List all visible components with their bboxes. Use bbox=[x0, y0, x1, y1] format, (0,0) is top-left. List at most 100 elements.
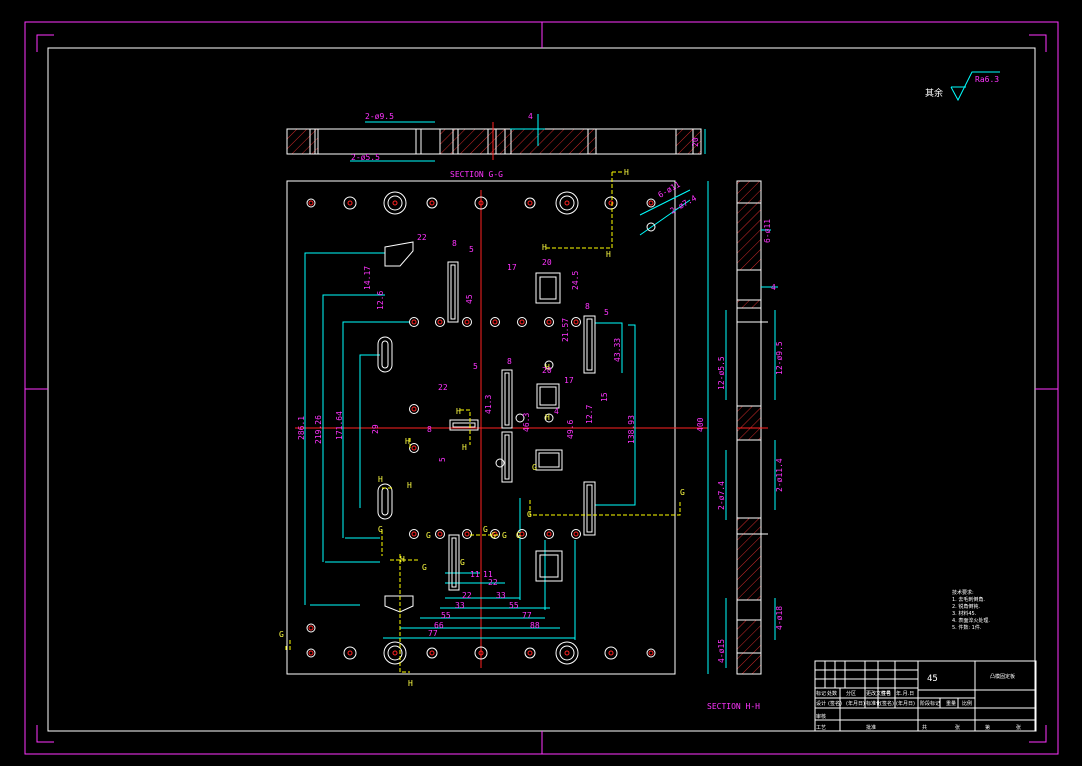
dim-138: 138.93 bbox=[627, 415, 636, 444]
cutting-plane-lines bbox=[285, 171, 681, 673]
cut-label-g-low7: G bbox=[527, 510, 532, 519]
dim-b77b: 77 bbox=[428, 629, 438, 638]
dim-8b: 8 bbox=[452, 239, 457, 248]
side-section-view: 6-ø11 4 12-ø5.5 12-ø9.5 2-ø7.4 2-ø11.4 4… bbox=[717, 180, 784, 675]
cut-label-g-low5: G bbox=[502, 531, 507, 540]
tb-r2-4: (签名) bbox=[880, 700, 894, 707]
dim-b55: 55 bbox=[509, 601, 519, 610]
cut-label-g-left: G bbox=[279, 630, 284, 639]
tb-stage: 阶段标记 bbox=[920, 700, 940, 707]
dim-4c: 4 bbox=[554, 407, 559, 416]
dim-hole-b: 2-ø5.5 bbox=[351, 153, 380, 162]
dim-41: 41.3 bbox=[484, 395, 493, 414]
dim-45: 45 bbox=[465, 294, 474, 304]
cut-label-g-slot: G bbox=[378, 525, 383, 534]
side-dim-4: 12-ø9.5 bbox=[775, 341, 784, 375]
side-dim-1: 6-ø11 bbox=[763, 219, 772, 243]
roughness-value: Ra6.3 bbox=[975, 75, 999, 84]
cut-label-g-low2: G bbox=[426, 531, 431, 540]
tb-r1-4: 签名 bbox=[881, 690, 891, 697]
dim-20b: 20 bbox=[542, 366, 552, 375]
side-dim-5: 2-ø7.4 bbox=[717, 481, 726, 510]
cut-label-h-upper: H bbox=[606, 250, 611, 259]
note-item: 5. 件数: 1件. bbox=[952, 624, 982, 631]
dim-b55b: 55 bbox=[441, 611, 451, 620]
dim-8d: 8 bbox=[427, 425, 432, 434]
note-item: 4. 表面淬火处理. bbox=[952, 617, 990, 624]
dim-49: 49.6 bbox=[566, 420, 575, 439]
title-block: 45 凸模固定板 标记 处数 分区 更改文件号 签名 年.月.日 设计 (签名)… bbox=[814, 660, 1037, 732]
cut-label-h-slot: H bbox=[378, 475, 383, 484]
tb-r2-3: 标准化 bbox=[866, 700, 881, 707]
note-item: 1. 去毛刺倒角. bbox=[952, 596, 985, 603]
dim-b77: 77 bbox=[522, 611, 532, 620]
cut-label-g-low6: G bbox=[516, 531, 521, 540]
dim-15: 15 bbox=[600, 392, 609, 402]
dim-286: 286.1 bbox=[297, 416, 306, 440]
cut-label-h-mid2: H bbox=[462, 443, 467, 452]
dim-46: 46.3 bbox=[522, 413, 531, 432]
dim-5b: 5 bbox=[469, 245, 474, 254]
cut-label-g-right: G bbox=[680, 488, 685, 497]
dim-219: 219.26 bbox=[314, 415, 323, 444]
dim-diag-a: 6-ø11 bbox=[657, 180, 683, 200]
cut-label-h-mid: H bbox=[456, 407, 461, 416]
top-section-view: 2-ø9.5 2-ø5.5 4 20 bbox=[286, 112, 706, 162]
tb-r1-2: 分区 bbox=[846, 690, 856, 697]
cut-label-g-mid: G bbox=[532, 463, 537, 472]
dim-thickness: 20 bbox=[691, 137, 700, 147]
part-name: 凸模固定板 bbox=[990, 673, 1015, 680]
cut-label-h-left: H bbox=[542, 243, 547, 252]
dim-8c: 8 bbox=[507, 357, 512, 366]
tb-weight: 重量 bbox=[946, 700, 956, 707]
dim-b11a: 11 bbox=[470, 570, 480, 579]
cut-label-h-right2: H bbox=[545, 413, 550, 422]
tb-r2-5: (年月日) bbox=[896, 700, 915, 707]
cut-label-h-mid4: H bbox=[407, 481, 412, 490]
cut-label-g-low8: G bbox=[491, 531, 496, 540]
side-dim-6: 2-ø11.4 bbox=[775, 458, 784, 492]
dim-b33: 33 bbox=[496, 591, 506, 600]
cut-label-g-low3: G bbox=[460, 558, 465, 567]
dim-b88: 88 bbox=[530, 621, 540, 630]
punch-openings bbox=[377, 241, 596, 613]
dim-22: 22 bbox=[417, 233, 427, 242]
material: 45 bbox=[927, 674, 938, 684]
cad-drawing: 其余 Ra6.3 2-ø9.5 2-ø5.5 4 20 SECTION G-G bbox=[24, 21, 1059, 755]
cut-label-g-low4: G bbox=[483, 525, 488, 534]
main-plate-view: H H H H G G H H H H H G H G G G G G G G … bbox=[279, 168, 709, 688]
dim-12: 12.7 bbox=[585, 405, 594, 424]
note-item: 3. 材料45. bbox=[952, 610, 977, 617]
dim-b22: 22 bbox=[488, 578, 498, 587]
tb-r1-0: 标记 bbox=[816, 690, 826, 697]
dim-24: 24.5 bbox=[571, 271, 580, 290]
section-g-label: SECTION G-G bbox=[450, 170, 503, 179]
tb-sheet-1: 张 bbox=[955, 724, 960, 731]
dim-b22b: 22 bbox=[462, 591, 472, 600]
dim-22b: 22 bbox=[438, 383, 448, 392]
main-view-dimensions: 286.1 219.26 171.64 29 138.93 43.33 21.5… bbox=[297, 233, 705, 638]
cut-label-h-bottom: H bbox=[408, 679, 413, 688]
dim-5-mid: 5 bbox=[473, 362, 478, 371]
tb-sheet-3: 张 bbox=[1016, 724, 1021, 731]
punch-holes-upper bbox=[409, 317, 581, 327]
tb-sheet-2: 第 bbox=[985, 724, 990, 731]
dim-b33b: 33 bbox=[455, 601, 465, 610]
side-dim-2: 4 bbox=[771, 283, 776, 292]
dim-29: 29 bbox=[371, 424, 380, 434]
dim-hole-a: 2-ø9.5 bbox=[365, 112, 394, 121]
tb-r4-0: 工艺 bbox=[816, 725, 826, 731]
side-dim-3: 12-ø5.5 bbox=[717, 356, 726, 390]
tb-scale: 比例 bbox=[962, 700, 972, 707]
dim-14: 14.17 bbox=[363, 266, 372, 290]
roughness-prefix: 其余 bbox=[925, 87, 943, 99]
dim-43: 43.33 bbox=[613, 338, 622, 362]
note-item: 2. 锐角倒钝. bbox=[952, 603, 980, 610]
dim-depth: 4 bbox=[528, 112, 533, 121]
dim-diag-b: 2-ø7.4 bbox=[669, 193, 699, 215]
section-h-label: SECTION H-H bbox=[707, 702, 760, 711]
dim-17: 17 bbox=[507, 263, 517, 272]
side-dim-8: 4-ø18 bbox=[775, 606, 784, 630]
dim-20: 20 bbox=[542, 258, 552, 267]
tb-r1-1: 处数 bbox=[827, 690, 837, 697]
